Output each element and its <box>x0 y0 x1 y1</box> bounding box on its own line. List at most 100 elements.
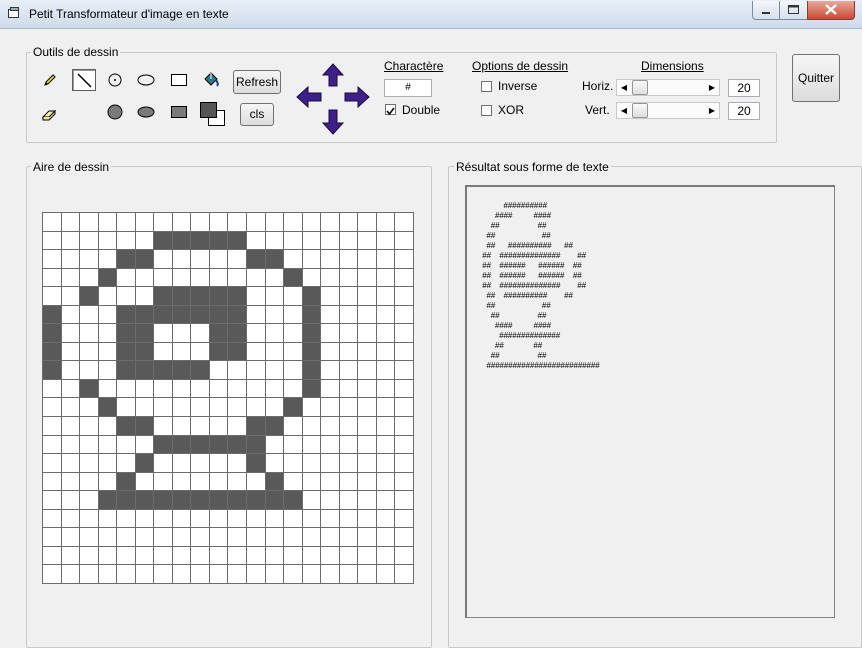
grid-cell[interactable] <box>395 491 414 510</box>
grid-cell[interactable] <box>321 268 340 288</box>
grid-cell[interactable] <box>284 454 303 473</box>
grid-cell[interactable] <box>135 472 155 492</box>
double-checkbox[interactable] <box>385 104 396 116</box>
grid-cell[interactable] <box>395 546 414 566</box>
grid-cell[interactable] <box>117 417 136 436</box>
grid-cell[interactable] <box>154 454 173 473</box>
grid-cell[interactable] <box>247 546 266 566</box>
grid-cell[interactable] <box>247 528 266 547</box>
grid-cell[interactable] <box>376 417 396 436</box>
grid-cell[interactable] <box>191 528 210 547</box>
grid-cell[interactable] <box>61 213 81 232</box>
grid-cell[interactable] <box>228 491 248 510</box>
grid-cell[interactable] <box>284 250 303 269</box>
grid-cell[interactable] <box>339 546 359 566</box>
grid-cell[interactable] <box>191 491 210 510</box>
grid-cell[interactable] <box>43 250 62 269</box>
grid-cell[interactable] <box>209 454 229 473</box>
grid-cell[interactable] <box>228 324 248 343</box>
grid-cell[interactable] <box>117 250 136 269</box>
grid-cell[interactable] <box>321 324 340 343</box>
grid-cell[interactable] <box>358 342 377 362</box>
grid-cell[interactable] <box>117 305 136 325</box>
grid-cell[interactable] <box>172 472 192 492</box>
grid-cell[interactable] <box>284 546 303 566</box>
grid-cell[interactable] <box>376 435 396 455</box>
grid-cell[interactable] <box>43 287 62 306</box>
grid-cell[interactable] <box>302 250 322 269</box>
grid-cell[interactable] <box>247 379 266 399</box>
grid-cell[interactable] <box>172 268 192 288</box>
grid-cell[interactable] <box>302 528 322 547</box>
filled-rectangle-tool[interactable] <box>167 101 191 123</box>
grid-cell[interactable] <box>117 213 136 232</box>
grid-cell[interactable] <box>339 509 359 529</box>
grid-cell[interactable] <box>172 379 192 399</box>
grid-cell[interactable] <box>284 361 303 380</box>
grid-cell[interactable] <box>395 231 414 251</box>
grid-cell[interactable] <box>284 342 303 362</box>
scroll-right-icon[interactable]: ▶ <box>705 103 719 118</box>
grid-cell[interactable] <box>154 435 173 455</box>
grid-cell[interactable] <box>228 454 248 473</box>
grid-cell[interactable] <box>284 268 303 288</box>
grid-cell[interactable] <box>209 305 229 325</box>
grid-cell[interactable] <box>358 546 377 566</box>
line-tool[interactable] <box>72 69 96 91</box>
grid-cell[interactable] <box>339 231 359 251</box>
grid-cell[interactable] <box>61 417 81 436</box>
grid-cell[interactable] <box>376 324 396 343</box>
grid-cell[interactable] <box>43 528 62 547</box>
grid-cell[interactable] <box>247 472 266 492</box>
grid-cell[interactable] <box>284 417 303 436</box>
grid-cell[interactable] <box>135 287 155 306</box>
grid-cell[interactable] <box>98 472 118 492</box>
grid-cell[interactable] <box>284 509 303 529</box>
grid-cell[interactable] <box>117 268 136 288</box>
grid-cell[interactable] <box>228 565 248 584</box>
fill-tool[interactable] <box>199 69 223 91</box>
grid-cell[interactable] <box>172 417 192 436</box>
grid-cell[interactable] <box>80 491 99 510</box>
grid-cell[interactable] <box>265 324 285 343</box>
grid-cell[interactable] <box>209 268 229 288</box>
grid-cell[interactable] <box>117 472 136 492</box>
grid-cell[interactable] <box>339 565 359 584</box>
grid-cell[interactable] <box>339 305 359 325</box>
grid-cell[interactable] <box>376 213 396 232</box>
grid-cell[interactable] <box>395 379 414 399</box>
grid-cell[interactable] <box>98 398 118 418</box>
grid-cell[interactable] <box>358 398 377 418</box>
grid-cell[interactable] <box>80 379 99 399</box>
grid-cell[interactable] <box>117 509 136 529</box>
grid-cell[interactable] <box>98 491 118 510</box>
grid-cell[interactable] <box>191 250 210 269</box>
grid-cell[interactable] <box>172 454 192 473</box>
grid-cell[interactable] <box>321 454 340 473</box>
horiz-scrollbar[interactable]: ◀ ▶ <box>616 79 720 96</box>
grid-cell[interactable] <box>302 287 322 306</box>
grid-cell[interactable] <box>80 231 99 251</box>
grid-cell[interactable] <box>135 491 155 510</box>
grid-cell[interactable] <box>339 287 359 306</box>
grid-cell[interactable] <box>98 268 118 288</box>
grid-cell[interactable] <box>191 379 210 399</box>
grid-cell[interactable] <box>358 231 377 251</box>
grid-cell[interactable] <box>61 472 81 492</box>
grid-cell[interactable] <box>395 361 414 380</box>
grid-cell[interactable] <box>247 268 266 288</box>
horiz-scroll-thumb[interactable] <box>632 80 648 95</box>
eraser-tool[interactable] <box>38 103 62 125</box>
grid-cell[interactable] <box>117 491 136 510</box>
grid-cell[interactable] <box>172 528 192 547</box>
grid-cell[interactable] <box>265 417 285 436</box>
scroll-left-icon[interactable]: ◀ <box>617 103 631 118</box>
grid-cell[interactable] <box>265 472 285 492</box>
grid-cell[interactable] <box>321 509 340 529</box>
xor-checkbox[interactable] <box>481 105 492 116</box>
grid-cell[interactable] <box>302 342 322 362</box>
grid-cell[interactable] <box>395 268 414 288</box>
grid-cell[interactable] <box>191 268 210 288</box>
grid-cell[interactable] <box>135 435 155 455</box>
grid-cell[interactable] <box>209 342 229 362</box>
